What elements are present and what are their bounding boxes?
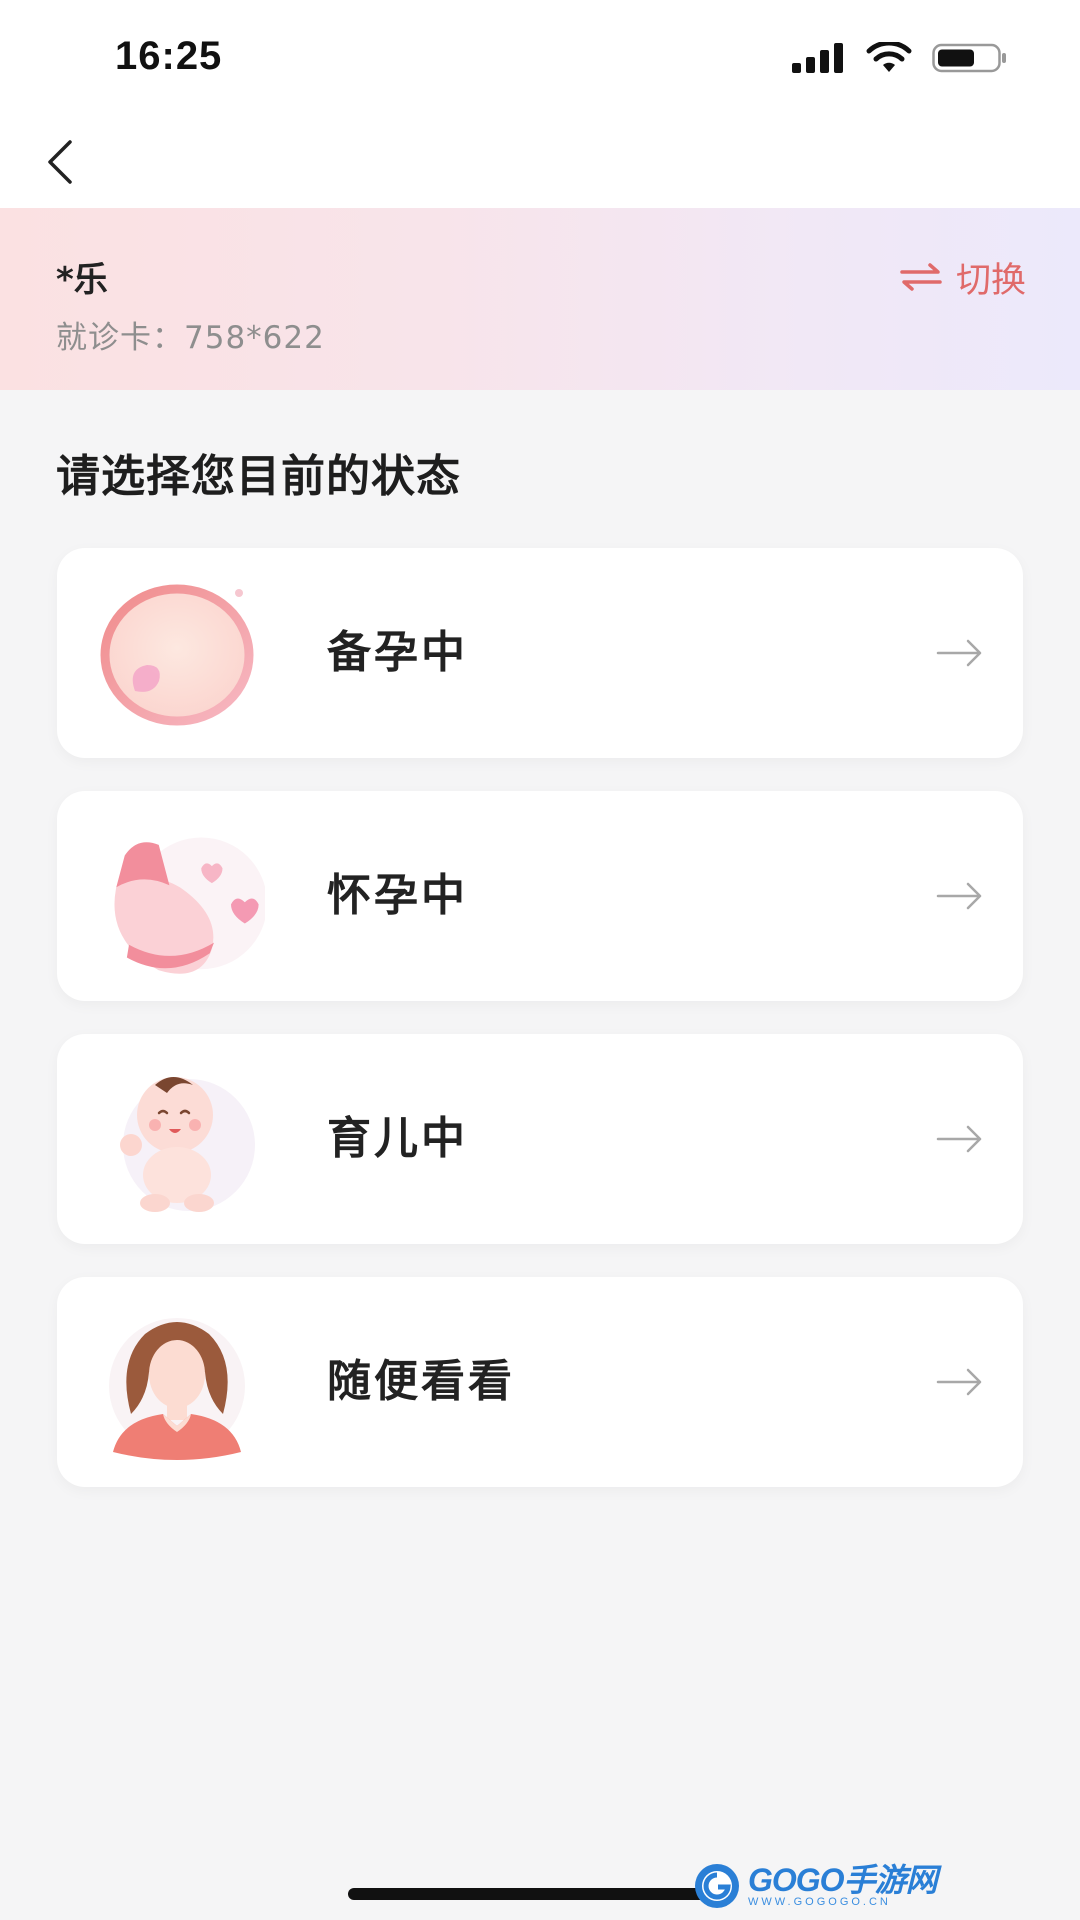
switch-label: 切换 xyxy=(955,260,1026,301)
patient-name: *乐 xyxy=(56,260,108,300)
arrow-right-icon xyxy=(936,882,982,910)
section-title: 请选择您目前的状态 xyxy=(56,451,461,502)
watermark-text: GOGO手游网 WWW.GOGOGO.CN xyxy=(748,1862,938,1908)
arrow-right-icon xyxy=(936,1125,982,1153)
status-label: 育儿中 xyxy=(327,1113,468,1164)
status-label: 怀孕中 xyxy=(327,870,468,921)
home-indicator[interactable] xyxy=(348,1888,732,1900)
watermark-logo-icon xyxy=(695,1864,739,1908)
chevron-left-icon xyxy=(48,140,72,184)
status-label: 随便看看 xyxy=(327,1356,515,1407)
status-label: 备孕中 xyxy=(327,627,468,678)
card-number-value: 758*622 xyxy=(184,320,325,356)
switch-patient-button[interactable]: 切换 xyxy=(900,252,1026,302)
baby-illustration xyxy=(120,1077,255,1212)
arrow-right-icon xyxy=(936,639,982,667)
card-number-label: 就诊卡： xyxy=(56,320,184,356)
watermark: GOGO手游网 WWW.GOGOGO.CN xyxy=(692,1860,938,1912)
wifi-icon xyxy=(866,42,912,72)
status-option-pregnant[interactable]: 怀孕中 xyxy=(57,791,1023,1001)
patient-card-banner: *乐 就诊卡：758*622 切换 xyxy=(0,208,1080,390)
preparing-pregnancy-illustration xyxy=(100,584,254,726)
medical-card-number: 就诊卡：758*622 xyxy=(56,312,325,357)
status-option-parenting[interactable]: 育儿中 xyxy=(57,1034,1023,1244)
status-option-preparing[interactable]: 备孕中 xyxy=(57,548,1023,758)
woman-avatar-illustration xyxy=(109,1318,245,1460)
pregnant-illustration xyxy=(114,837,265,974)
status-icons xyxy=(792,40,1008,76)
nav-bar xyxy=(0,118,1080,208)
status-time: 16:25 xyxy=(115,34,223,78)
back-button[interactable] xyxy=(30,132,90,192)
arrow-right-icon xyxy=(936,1368,982,1396)
status-list: 备孕中 怀孕中 育儿中 随便看看 xyxy=(57,548,1023,1520)
swap-arrows-icon xyxy=(900,263,942,291)
signal-icon xyxy=(792,43,843,73)
status-option-browse[interactable]: 随便看看 xyxy=(57,1277,1023,1487)
battery-icon xyxy=(932,43,1006,73)
status-bar: 16:25 xyxy=(0,0,1080,118)
watermark-brand: GOGO手游网 xyxy=(748,1862,938,1898)
